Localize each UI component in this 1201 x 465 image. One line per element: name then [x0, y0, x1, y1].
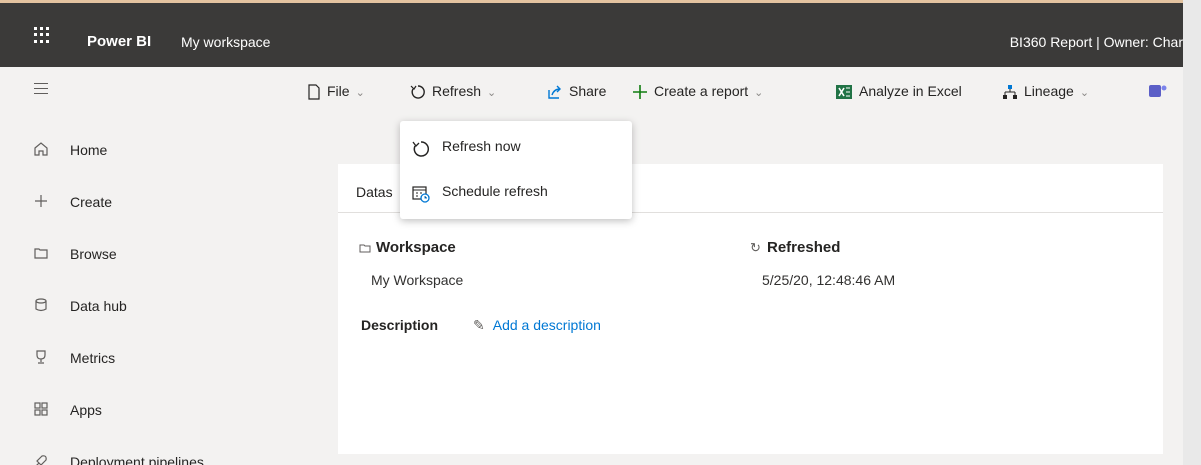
- chevron-down-icon: ⌄: [487, 87, 497, 99]
- plus-icon: [35, 195, 47, 207]
- hamburger-icon[interactable]: [34, 83, 48, 98]
- sidebar-item-label: Create: [70, 194, 113, 210]
- folder-icon: [34, 248, 48, 259]
- refreshed-label: Refreshed: [767, 239, 841, 256]
- lineage-icon: [1003, 85, 1017, 100]
- share-label: Share: [569, 83, 607, 99]
- sidebar-item-metrics[interactable]: Metrics: [0, 342, 297, 382]
- home-icon: [34, 142, 48, 156]
- analyze-in-excel-button[interactable]: Analyze in Excel: [835, 83, 962, 105]
- chevron-down-icon: ⌄: [355, 87, 365, 99]
- teams-icon: [1149, 85, 1167, 97]
- pencil-icon: ✎: [473, 317, 485, 333]
- sidebar-item-label: Browse: [70, 246, 117, 262]
- sidebar: Home Create Browse Data hub Metrics Apps…: [0, 67, 297, 465]
- file-icon: [308, 84, 320, 100]
- report-info[interactable]: BI360 Report | Owner: Char: [1010, 34, 1183, 50]
- datasets-tab[interactable]: Datas: [356, 184, 393, 200]
- sidebar-item-data-hub[interactable]: Data hub: [0, 290, 297, 330]
- schedule-refresh-menu-item[interactable]: Schedule refresh: [400, 171, 632, 215]
- sidebar-item-label: Metrics: [70, 350, 116, 366]
- analyze-label: Analyze in Excel: [859, 83, 962, 99]
- excel-icon: [836, 85, 852, 100]
- trophy-icon: [36, 350, 46, 364]
- top-bar: Power BI My workspace BI360 Report | Own…: [0, 0, 1183, 67]
- refresh-menu-button[interactable]: Refresh ⌄: [410, 83, 496, 105]
- sidebar-item-browse[interactable]: Browse: [0, 238, 297, 278]
- sidebar-item-label: Apps: [70, 402, 102, 418]
- workspace-value: My Workspace: [371, 272, 464, 288]
- apps-icon: [34, 402, 48, 416]
- schedule-refresh-label: Schedule refresh: [442, 183, 548, 199]
- description-label: Description: [361, 317, 439, 333]
- refresh-now-menu-item[interactable]: Refresh now: [400, 126, 632, 170]
- refresh-label: Refresh: [432, 83, 482, 99]
- refresh-now-label: Refresh now: [442, 138, 521, 154]
- add-description-label: Add a description: [492, 317, 601, 333]
- file-label: File: [327, 83, 350, 99]
- lineage-label: Lineage: [1024, 83, 1074, 99]
- brand-title[interactable]: Power BI: [87, 33, 151, 50]
- sidebar-item-create[interactable]: Create: [0, 186, 297, 226]
- share-icon: [548, 85, 561, 99]
- refresh-icon: [412, 141, 430, 157]
- calendar-clock-icon: [412, 186, 430, 203]
- workspace-icon: [359, 244, 371, 253]
- database-icon: [35, 298, 47, 312]
- teams-button[interactable]: [1149, 83, 1167, 105]
- share-button[interactable]: Share: [547, 83, 606, 105]
- sidebar-item-label: Home: [70, 142, 108, 158]
- refresh-icon: [410, 85, 425, 99]
- create-report-button[interactable]: Create a report ⌄: [632, 83, 763, 105]
- app-launcher-icon[interactable]: [34, 27, 50, 43]
- sidebar-item-deployment-pipelines[interactable]: Deployment pipelines: [0, 446, 297, 465]
- chevron-down-icon: ⌄: [754, 87, 764, 99]
- refreshed-value: 5/25/20, 12:48:46 AM: [762, 272, 896, 288]
- workspace-label: Workspace: [376, 239, 456, 256]
- chevron-down-icon: ⌄: [1079, 87, 1090, 99]
- rocket-icon: [36, 455, 47, 465]
- plus-icon: [633, 85, 647, 100]
- create-report-label: Create a report: [654, 83, 749, 99]
- refreshed-icon: ↻: [750, 240, 761, 255]
- add-description-link[interactable]: ✎ Add a description: [473, 317, 601, 334]
- file-menu-button[interactable]: File ⌄: [307, 83, 365, 105]
- sidebar-item-label: Deployment pipelines: [70, 454, 204, 465]
- refresh-dropdown-menu: Refresh now Schedule refresh: [400, 121, 632, 219]
- command-bar: File ⌄ Refresh ⌄ Share Create a report ⌄ An…: [297, 67, 1183, 119]
- sidebar-item-home[interactable]: Home: [0, 134, 297, 174]
- app-window: Power BI My workspace BI360 Report | Own…: [0, 0, 1183, 465]
- sidebar-item-apps[interactable]: Apps: [0, 394, 297, 434]
- sidebar-item-label: Data hub: [70, 298, 127, 314]
- lineage-button[interactable]: Lineage ⌄: [1002, 83, 1089, 105]
- workspace-breadcrumb[interactable]: My workspace: [181, 34, 270, 50]
